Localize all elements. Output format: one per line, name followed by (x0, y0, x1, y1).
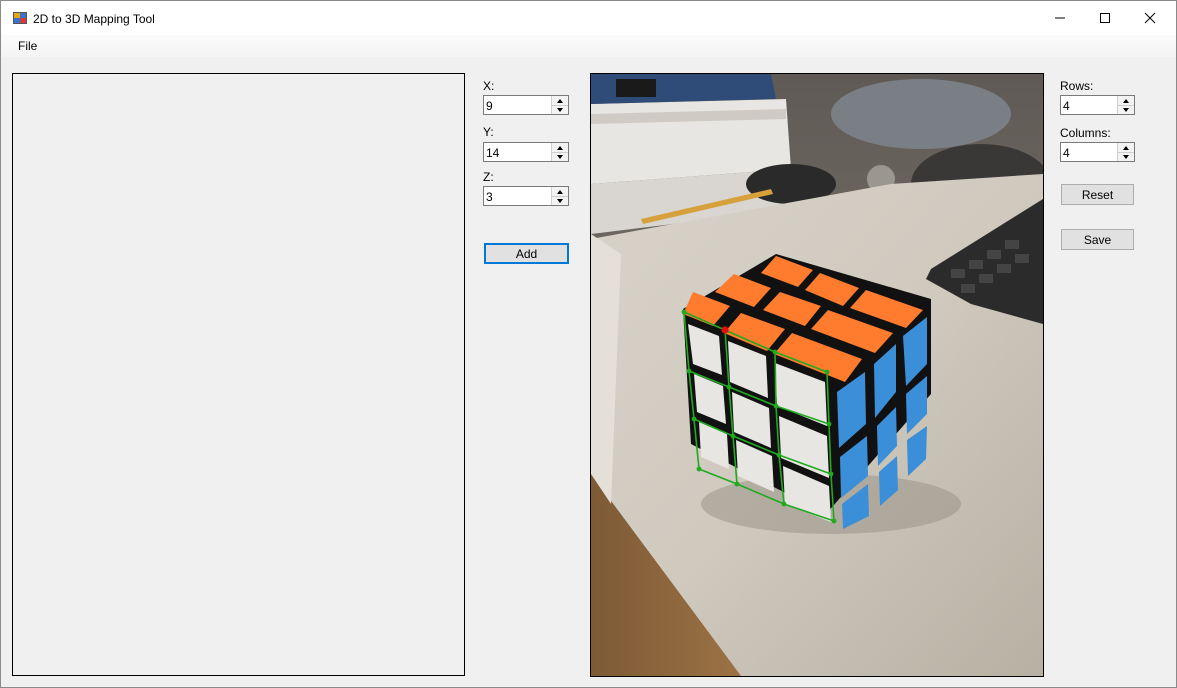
app-icon (13, 12, 27, 24)
window-title: 2D to 3D Mapping Tool (33, 12, 155, 26)
menu-bar: File (1, 35, 1176, 57)
arrow-up-icon (557, 145, 563, 150)
columns-label: Columns: (1060, 126, 1111, 140)
arrow-down-icon (557, 107, 563, 112)
main-window: 2D to 3D Mapping Tool File X: 9 Y: 14 Z:… (0, 0, 1177, 688)
arrow-down-icon (557, 154, 563, 159)
minimize-button[interactable] (1037, 1, 1083, 35)
close-button[interactable] (1127, 1, 1173, 35)
arrow-down-icon (557, 198, 563, 203)
maximize-button[interactable] (1082, 1, 1128, 35)
columns-stepper-down[interactable] (1118, 152, 1134, 161)
maximize-icon (1100, 13, 1110, 23)
photo-scene (591, 74, 1043, 676)
z-stepper-down[interactable] (552, 196, 568, 205)
rows-stepper[interactable]: 4 (1060, 95, 1135, 115)
rows-value[interactable]: 4 (1063, 99, 1070, 113)
x-value[interactable]: 9 (486, 99, 493, 113)
z-stepper[interactable]: 3 (483, 186, 569, 206)
arrow-up-icon (1123, 145, 1129, 150)
y-stepper[interactable]: 14 (483, 142, 569, 162)
y-label: Y: (483, 125, 494, 139)
minimize-icon (1055, 17, 1065, 19)
z-label: Z: (483, 170, 494, 184)
z-value[interactable]: 3 (486, 190, 493, 204)
x-label: X: (483, 79, 495, 93)
close-icon (1144, 12, 1156, 24)
reset-button[interactable]: Reset (1061, 184, 1134, 205)
preview-panel[interactable] (12, 73, 465, 676)
x-stepper-down[interactable] (552, 105, 568, 114)
rows-label: Rows: (1060, 79, 1094, 93)
columns-value[interactable]: 4 (1063, 146, 1070, 160)
rows-stepper-down[interactable] (1118, 105, 1134, 114)
arrow-up-icon (557, 98, 563, 103)
columns-stepper[interactable]: 4 (1060, 142, 1135, 162)
save-button[interactable]: Save (1061, 229, 1134, 250)
selected-point-marker (721, 326, 729, 334)
arrow-down-icon (1123, 107, 1129, 112)
x-stepper[interactable]: 9 (483, 95, 569, 115)
y-stepper-down[interactable] (552, 152, 568, 161)
menu-file[interactable]: File (11, 37, 44, 55)
add-button[interactable]: Add (484, 243, 569, 264)
arrow-up-icon (557, 189, 563, 194)
title-bar[interactable]: 2D to 3D Mapping Tool (1, 1, 1176, 35)
y-value[interactable]: 14 (486, 146, 499, 160)
arrow-down-icon (1123, 154, 1129, 159)
image-canvas[interactable] (590, 73, 1044, 677)
arrow-up-icon (1123, 98, 1129, 103)
